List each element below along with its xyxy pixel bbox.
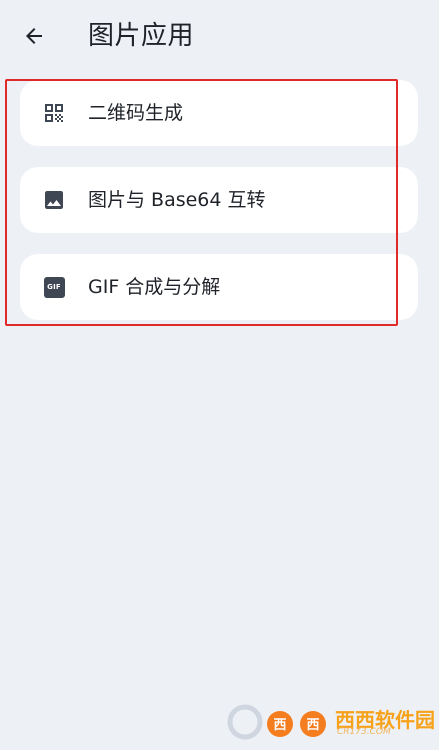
list-item-label: 图片与 Base64 互转 [88,189,266,211]
list-item-label: 二维码生成 [88,102,184,124]
image-icon [42,188,66,212]
back-button[interactable] [14,16,54,56]
svg-text:西: 西 [306,718,319,733]
app-list: 二维码生成 图片与 Base64 互转 GIF GIF 合成与分解 [20,80,418,341]
watermark-sub-text: CR173.COM [337,727,391,737]
list-item-label: GIF 合成与分解 [88,276,221,298]
list-item-base64[interactable]: 图片与 Base64 互转 [20,167,418,233]
watermark-logo-icon: 西 西 [227,704,326,740]
top-app-bar: 图片应用 [0,0,439,72]
qr-code-icon [42,101,66,125]
watermark: 西 西 西西软件园 CR173.COM [225,702,435,742]
page-title: 图片应用 [88,21,195,51]
list-item-gif[interactable]: GIF GIF 合成与分解 [20,254,418,320]
arrow-left-icon [26,28,42,44]
svg-text:西: 西 [273,718,286,733]
gif-icon-text: GIF [43,276,65,298]
list-item-qr-code[interactable]: 二维码生成 [20,80,418,146]
gif-icon: GIF [42,275,66,299]
